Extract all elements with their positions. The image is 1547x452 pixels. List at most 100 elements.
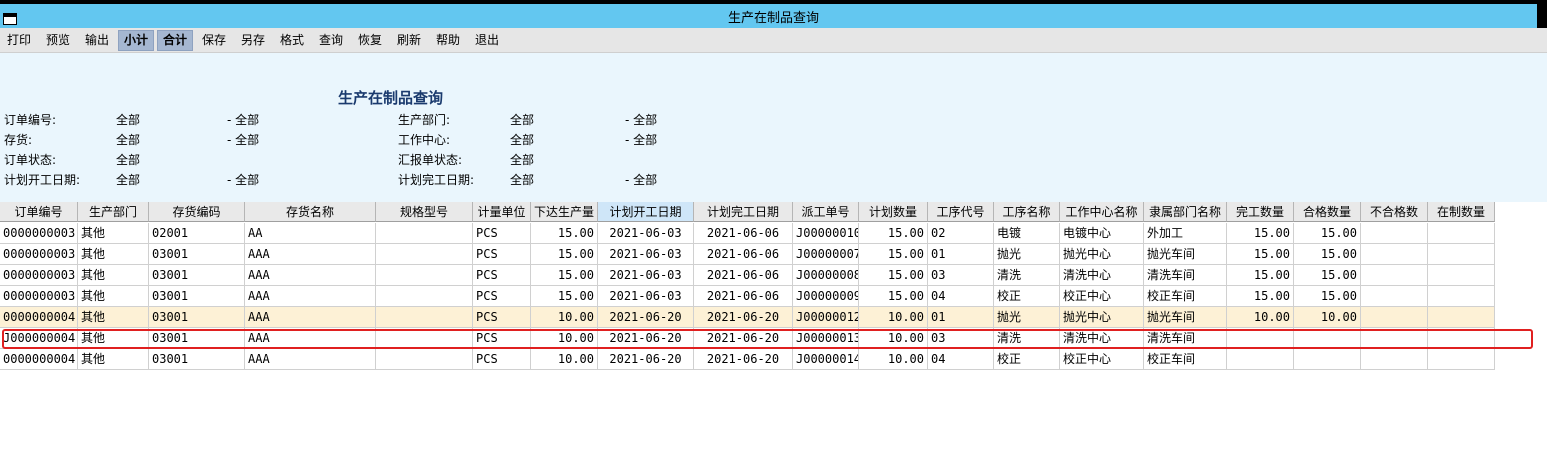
table-row[interactable]: 0000000004 其他 03001 AAA PCS 10.00 2021-06-20 20… [0,349,1495,370]
export-button[interactable]: 输出 [80,31,114,50]
restore-button[interactable]: 恢复 [353,31,387,50]
cell-dept: 其他 [78,307,149,328]
cell-plan-qty: 15.00 [859,286,928,307]
cell-done-qty: 15.00 [1227,223,1294,244]
exit-button[interactable]: 退出 [470,31,504,50]
column-header-inv-name[interactable]: 存货名称 [245,202,376,222]
cell-pass-qty: 15.00 [1294,265,1361,286]
cell-unit: PCS [473,328,531,349]
filter-plan-start-label: 计划开工日期: [4,173,81,187]
query-button[interactable]: 查询 [314,31,348,50]
filter-order-no-to: - 全部 [227,113,260,127]
filter-plan-end-label: 计划完工日期: [398,173,475,187]
report-filter-panel: 生产在制品查询 订单编号: 全部 - 全部 存货: 全部 - 全部 订单状态: … [0,53,1547,202]
cell-unit: PCS [473,286,531,307]
cell-dispatch-no: J00000008 [793,265,859,286]
cell-fail-qty [1361,307,1428,328]
column-header-order-no[interactable]: 订单编号 [0,202,78,222]
cell-issued-qty: 15.00 [531,265,598,286]
column-header-dept[interactable]: 生产部门 [78,202,149,222]
column-header-fail-qty[interactable]: 不合格数 [1361,202,1428,222]
cell-dispatch-no: J00000014 [793,349,859,370]
cell-order-no: 0000000003 [0,265,78,286]
cell-work-center: 校正中心 [1060,349,1144,370]
cell-pass-qty: 15.00 [1294,286,1361,307]
table-row[interactable]: 0000000003 其他 03001 AAA PCS 15.00 2021-06-03 20… [0,244,1495,265]
cell-pass-qty [1294,349,1361,370]
column-header-done-qty[interactable]: 完工数量 [1227,202,1294,222]
save-button[interactable]: 保存 [197,31,231,50]
cell-issued-qty: 10.00 [531,349,598,370]
total-button[interactable]: 合计 [157,30,193,51]
cell-plan-qty: 10.00 [859,307,928,328]
column-header-pass-qty[interactable]: 合格数量 [1294,202,1361,222]
cell-op-name: 清洗 [994,265,1060,286]
cell-inv-name: AA [245,223,376,244]
cell-plan-start: 2021-06-20 [598,349,694,370]
filter-order-status-value: 全部 [116,153,141,167]
column-header-dispatch-no[interactable]: 派工单号 [793,202,859,222]
cell-wip-qty [1428,349,1495,370]
cell-op-name: 抛光 [994,244,1060,265]
cell-unit: PCS [473,265,531,286]
cell-dispatch-no: J00000007 [793,244,859,265]
table-row[interactable]: 0000000004 其他 03001 AAA PCS 10.00 2021-06-20 20… [0,307,1495,328]
cell-spec [376,244,473,265]
preview-button[interactable]: 预览 [41,31,75,50]
cell-op-code: 01 [928,244,994,265]
cell-owner-dept: 校正车间 [1144,286,1227,307]
save-as-button[interactable]: 另存 [236,31,270,50]
cell-spec [376,265,473,286]
filter-plan-start-to: - 全部 [227,173,260,187]
table-row[interactable]: 0000000003 其他 03001 AAA PCS 15.00 2021-06-03 20… [0,286,1495,307]
format-button[interactable]: 格式 [275,31,309,50]
cell-work-center: 抛光中心 [1060,244,1144,265]
cell-done-qty: 15.00 [1227,265,1294,286]
column-header-plan-end[interactable]: 计划完工日期 [694,202,793,222]
report-title: 生产在制品查询 [338,89,444,107]
window-titlebar: 生产在制品查询 [0,0,1547,28]
column-header-spec[interactable]: 规格型号 [376,202,473,222]
cell-op-name: 抛光 [994,307,1060,328]
cell-fail-qty [1361,223,1428,244]
cell-plan-end: 2021-06-06 [694,286,793,307]
column-header-wip-qty[interactable]: 在制数量 [1428,202,1495,222]
filter-work-center-to: - 全部 [625,133,658,147]
cell-wip-qty [1428,328,1495,349]
cell-wip-qty [1428,265,1495,286]
cell-unit: PCS [473,244,531,265]
help-button[interactable]: 帮助 [431,31,465,50]
cell-work-center: 电镀中心 [1060,223,1144,244]
cell-dept: 其他 [78,328,149,349]
cell-order-no: 0000000003 [0,223,78,244]
cell-plan-qty: 15.00 [859,265,928,286]
column-header-inv-code[interactable]: 存货编码 [149,202,245,222]
refresh-button[interactable]: 刷新 [392,31,426,50]
column-header-owner-dept[interactable]: 隶属部门名称 [1144,202,1227,222]
print-button[interactable]: 打印 [2,31,36,50]
column-header-plan-qty[interactable]: 计划数量 [859,202,928,222]
cell-dispatch-no: J00000012 [793,307,859,328]
cell-op-name: 校正 [994,349,1060,370]
cell-spec [376,307,473,328]
cell-plan-end: 2021-06-20 [694,328,793,349]
table-row[interactable]: 0000000003 其他 02001 AA PCS 15.00 2021-06-03 202… [0,223,1495,244]
column-header-work-center[interactable]: 工作中心名称 [1060,202,1144,222]
subtotal-button[interactable]: 小计 [118,30,154,51]
table-row[interactable]: J000000004 其他 03001 AAA PCS 10.00 2021-06-20 20… [0,328,1495,349]
column-header-plan-start[interactable]: 计划开工日期 [598,202,694,222]
column-header-op-code[interactable]: 工序代号 [928,202,994,222]
cell-inv-code: 03001 [149,286,245,307]
column-header-unit[interactable]: 计量单位 [473,202,531,222]
column-header-op-name[interactable]: 工序名称 [994,202,1060,222]
column-header-issued-qty[interactable]: 下达生产量 [531,202,598,222]
cell-work-center: 清洗中心 [1060,265,1144,286]
table-row[interactable]: 0000000003 其他 03001 AAA PCS 15.00 2021-06-03 20… [0,265,1495,286]
cell-plan-qty: 10.00 [859,328,928,349]
cell-owner-dept: 外加工 [1144,223,1227,244]
cell-op-code: 03 [928,265,994,286]
cell-inv-name: AAA [245,265,376,286]
cell-inv-code: 03001 [149,307,245,328]
cell-inv-name: AAA [245,307,376,328]
cell-inv-code: 03001 [149,244,245,265]
